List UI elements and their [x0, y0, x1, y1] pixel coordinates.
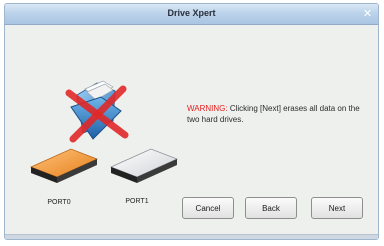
next-button[interactable]: Next — [311, 197, 363, 219]
folder-with-red-x-icon — [65, 80, 129, 143]
hard-drive-white-icon — [109, 148, 179, 183]
warning-message: WARNING: Clicking [Next] erases all data… — [187, 103, 367, 125]
back-button[interactable]: Back — [245, 197, 297, 219]
title-bar[interactable]: Drive Xpert ✕ — [5, 4, 378, 25]
window-bottom-border — [5, 234, 378, 239]
port0-label: PORT0 — [47, 199, 71, 206]
hard-drive-orange-icon — [29, 148, 99, 183]
dialog-window: Drive Xpert ✕ WARNING: Clicking [Next] e… — [4, 3, 379, 240]
port1-label: PORT1 — [125, 198, 149, 205]
cancel-button[interactable]: Cancel — [182, 197, 234, 219]
window-title: Drive Xpert — [167, 8, 216, 18]
dialog-content: WARNING: Clicking [Next] erases all data… — [5, 25, 378, 239]
warning-label: WARNING: — [187, 104, 228, 113]
close-icon[interactable]: ✕ — [361, 7, 374, 20]
